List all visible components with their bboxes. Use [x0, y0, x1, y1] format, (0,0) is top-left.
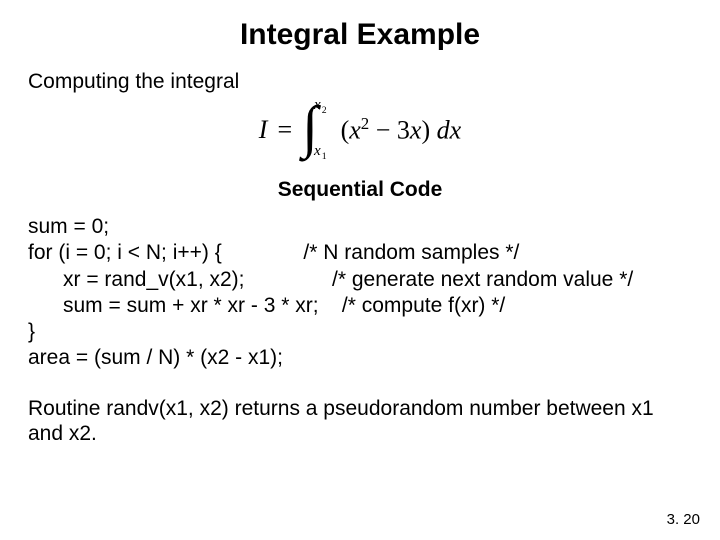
code-line: sum = sum + xr * xr - 3 * xr; /* compute…: [28, 294, 505, 317]
page-title: Integral Example: [28, 18, 692, 52]
equation: I = ∫ x2 x1 (x2 − 3x) dx: [28, 102, 692, 158]
code-line: }: [28, 320, 35, 343]
subtitle: Computing the integral: [28, 70, 692, 94]
upper-limit: x2: [314, 98, 327, 116]
code-line: for (i = 0; i < N; i++) { /* N random sa…: [28, 241, 519, 264]
section-heading: Sequential Code: [28, 178, 692, 202]
lower-limit: x1: [314, 144, 327, 162]
integral-block: ∫ x2 x1: [302, 102, 326, 158]
code-line: sum = 0;: [28, 215, 109, 238]
code-block: sum = 0; for (i = 0; i < N; i++) { /* N …: [28, 214, 692, 372]
code-line: xr = rand_v(x1, x2); /* generate next ra…: [28, 268, 633, 291]
equation-lhs: I: [259, 117, 268, 143]
equation-equals: =: [277, 117, 292, 143]
page-number: 3. 20: [667, 511, 700, 528]
code-line: area = (sum / N) * (x2 - x1);: [28, 346, 283, 369]
footnote: Routine randv(x1, x2) returns a pseudora…: [28, 396, 692, 446]
integrand: (x2 − 3x) dx: [341, 116, 462, 144]
